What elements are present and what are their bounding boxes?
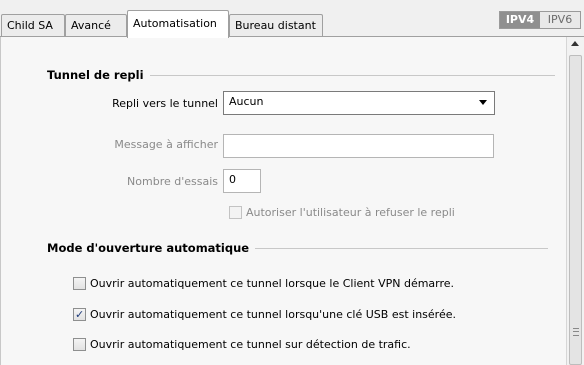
ipv6-button[interactable]: IPV6 (540, 12, 580, 28)
vertical-scrollbar[interactable] (566, 37, 584, 365)
auto-open-on-start-label: Ouvrir automatiquement ce tunnel lorsque… (90, 277, 455, 290)
fallback-section-title: Tunnel de repli (47, 68, 144, 82)
ipv4-label: IPV4 (505, 13, 535, 26)
allow-refuse-checkbox[interactable] (229, 206, 242, 219)
fallback-tunnel-label: Repli vers le tunnel (112, 97, 218, 110)
tab-bureau-distant[interactable]: Bureau distant (229, 14, 323, 36)
scroll-up-icon[interactable] (571, 41, 579, 46)
fallback-tunnel-select[interactable]: Aucun (223, 91, 495, 115)
auto-open-on-start-checkbox[interactable] (73, 277, 86, 290)
checkmark-icon: ✓ (75, 308, 85, 321)
auto-open-on-usb-checkbox[interactable]: ✓ (73, 308, 86, 321)
tab-label: Bureau distant (235, 19, 316, 32)
auto-open-on-traffic-label: Ouvrir automatiquement ce tunnel sur dét… (90, 338, 411, 351)
message-input[interactable] (223, 134, 494, 158)
auto-open-on-usb-label: Ouvrir automatiquement ce tunnel lorsqu'… (90, 308, 456, 321)
ipv4-button[interactable]: IPV4 (500, 12, 540, 28)
tab-automatisation[interactable]: Automatisation (127, 10, 229, 38)
tab-label: Child SA (7, 19, 53, 32)
attempts-label: Nombre d'essais (127, 175, 218, 188)
ip-version-toggle: IPV4 IPV6 (499, 11, 581, 29)
chevron-down-icon (479, 100, 487, 105)
scroll-grip-icon (573, 328, 579, 336)
attempts-input[interactable]: 0 (223, 169, 261, 193)
attempts-value: 0 (229, 173, 236, 186)
auto-open-on-traffic-checkbox[interactable] (73, 338, 86, 351)
tab-label: Automatisation (133, 17, 217, 30)
tab-child-sa[interactable]: Child SA (1, 14, 65, 36)
tab-label: Avancé (71, 19, 111, 32)
ipv6-label: IPV6 (547, 13, 573, 26)
tab-avance[interactable]: Avancé (65, 14, 127, 36)
section-divider (255, 247, 549, 249)
auto-open-section-title: Mode d'ouverture automatique (47, 241, 250, 255)
fallback-tunnel-value: Aucun (229, 95, 264, 108)
section-divider (149, 74, 555, 76)
scroll-thumb[interactable] (569, 55, 582, 365)
message-label: Message à afficher (114, 138, 218, 151)
fallback-section-header: Tunnel de repli (47, 68, 555, 82)
allow-refuse-label: Autoriser l'utilisateur à refuser le rep… (246, 206, 455, 219)
auto-open-section-header: Mode d'ouverture automatique (47, 241, 549, 255)
tab-bar: Child SA Avancé Automatisation Bureau di… (0, 0, 584, 38)
